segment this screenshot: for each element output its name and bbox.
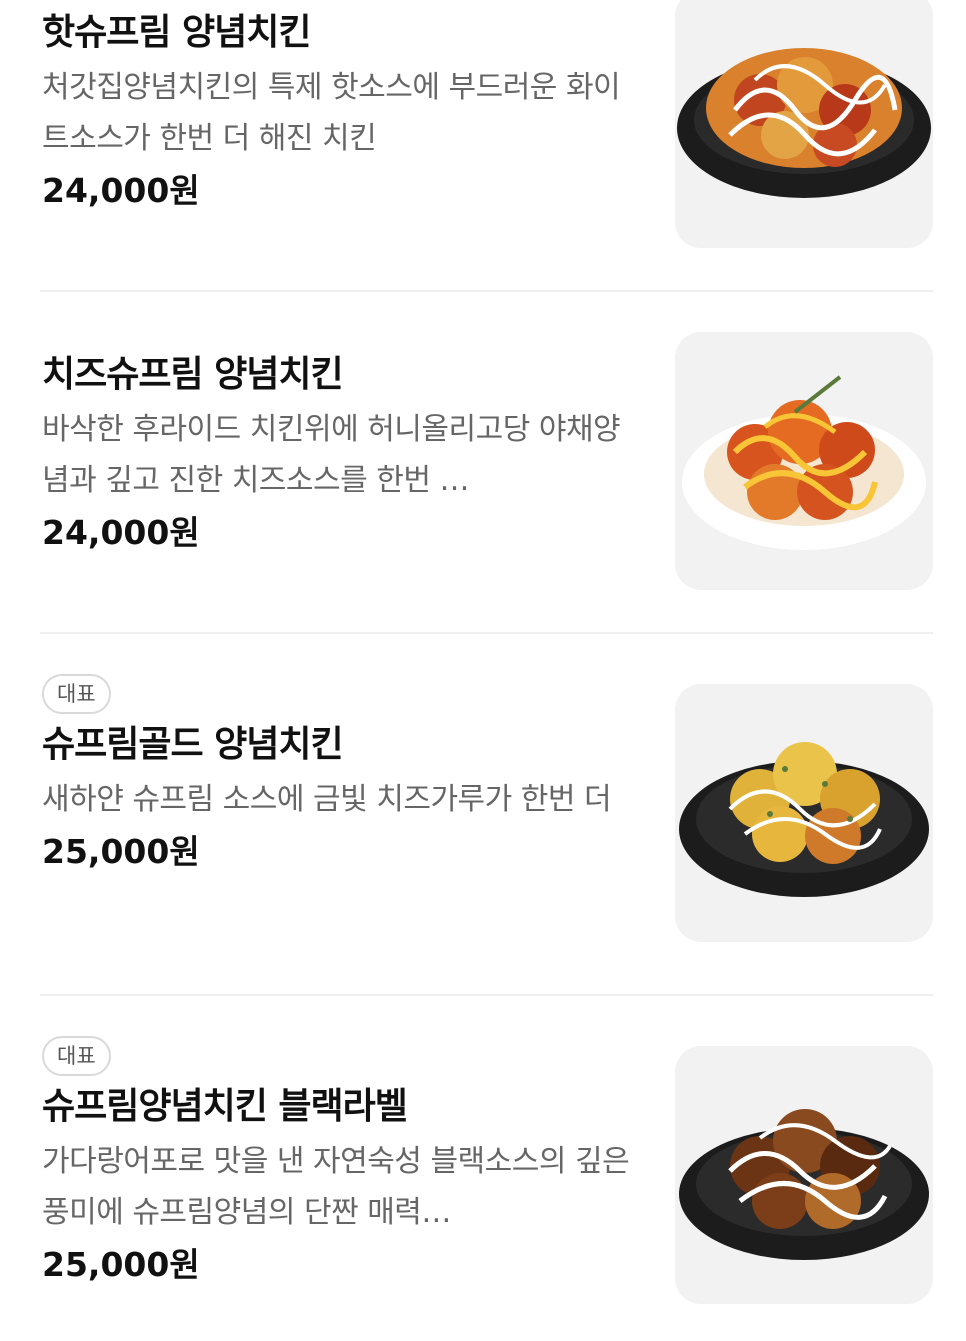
menu-item-description: 처갓집양념치킨의 특제 핫소스에 부드러운 화이트소스가 한번 더 해진 치킨 — [42, 70, 621, 156]
supreme-gold-chicken-photo[interactable] — [675, 684, 933, 942]
menu-item-price: 24,000원 — [42, 171, 200, 210]
menu-item-price: 25,000원 — [42, 1245, 200, 1284]
menu-item-title: 핫슈프림 양념치킨 — [42, 12, 312, 53]
menu-item-description: 바삭한 후라이드 치킨위에 허니올리고당 야채양념과 깊고 진한 치즈소스를 한… — [42, 412, 621, 498]
signature-badge: 대표 — [42, 674, 111, 714]
menu-item-title: 슈프림골드 양념치킨 — [42, 724, 344, 765]
menu-item-supreme-black-label[interactable]: 대표 슈프림양념치킨 블랙라벨 가다랑어포로 맛을 낸 자연숙성 블랙소스의 깊… — [0, 996, 966, 1341]
menu-item-cheese-supreme[interactable]: 치즈슈프림 양념치킨 바삭한 후라이드 치킨위에 허니올리고당 야채양념과 깊고… — [0, 292, 966, 632]
cheese-supreme-chicken-photo[interactable] — [675, 332, 933, 590]
menu-item-hot-supreme[interactable]: 핫슈프림 양념치킨 처갓집양념치킨의 특제 핫소스에 부드러운 화이트소스가 한… — [0, 0, 966, 270]
menu-item-title: 치즈슈프림 양념치킨 — [42, 354, 344, 395]
menu-item-supreme-gold[interactable]: 대표 슈프림골드 양념치킨 새하얀 슈프림 소스에 금빛 치즈가루가 한번 더 … — [0, 634, 966, 994]
menu-item-title: 슈프림양념치킨 블랙라벨 — [42, 1086, 408, 1127]
menu-item-price: 24,000원 — [42, 513, 200, 552]
menu-item-description: 새하얀 슈프림 소스에 금빛 치즈가루가 한번 더 — [42, 782, 612, 817]
menu-item-price: 25,000원 — [42, 832, 200, 871]
supreme-black-label-chicken-photo[interactable] — [675, 1046, 933, 1304]
hot-supreme-chicken-photo[interactable] — [675, 0, 933, 248]
signature-badge: 대표 — [42, 1036, 111, 1076]
menu-item-description: 가다랑어포로 맛을 낸 자연숙성 블랙소스의 깊은 풍미에 슈프림양념의 단짠 … — [42, 1144, 630, 1230]
